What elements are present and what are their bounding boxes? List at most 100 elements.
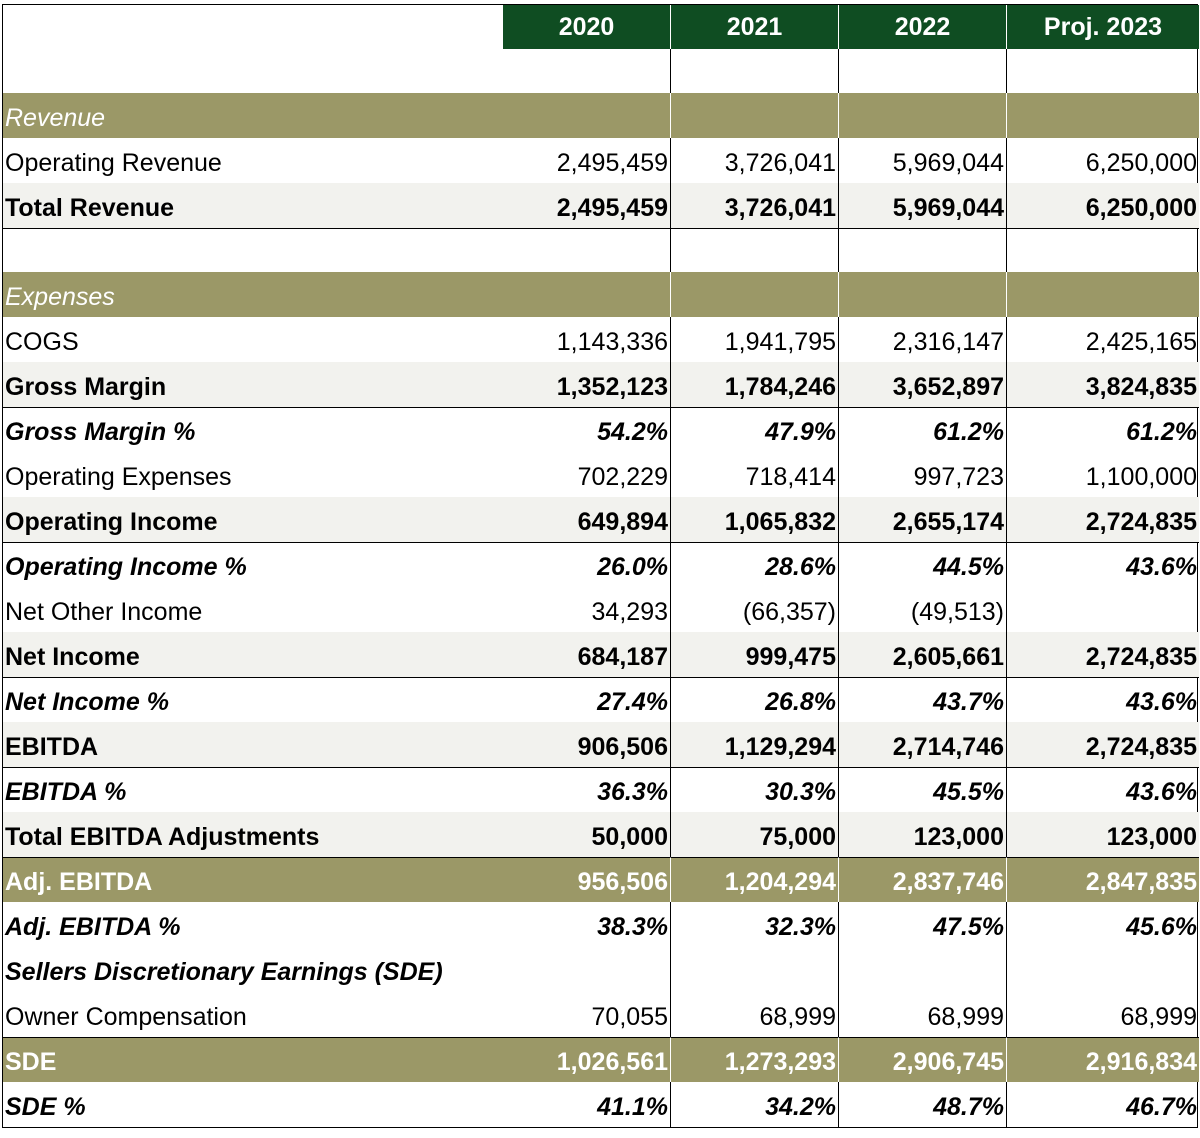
row-value-adj-ebitda-2022: 47.5% bbox=[839, 902, 1007, 947]
row-value-operating-income-2020: 649,894 bbox=[503, 497, 671, 542]
row-label-adj-ebitda: Adj. EBITDA bbox=[3, 857, 503, 902]
row-value-gross-margin-2020: 1,352,123 bbox=[503, 362, 671, 407]
row-value-revenue-proj-2023 bbox=[1007, 93, 1199, 138]
row-value-blank-2022 bbox=[839, 228, 1007, 272]
spacer-value-cell bbox=[503, 49, 671, 93]
row-value-total-revenue-2021: 3,726,041 bbox=[671, 183, 839, 228]
row-value-sde-2020: 1,026,561 bbox=[503, 1037, 671, 1082]
row-value-sde-proj-2023: 46.7% bbox=[1126, 1093, 1197, 1121]
row-value-sellers-discretionary-earnings-sde-2020 bbox=[503, 947, 671, 992]
row-value-sde-2020: 41.1% bbox=[503, 1082, 671, 1127]
row-value-gross-margin-2022: 3,652,897 bbox=[839, 362, 1007, 407]
spacer-value-cell bbox=[1007, 49, 1199, 93]
row-value-operating-income-2021: 1,065,832 bbox=[671, 497, 839, 542]
row-value-ebitda-2020: 906,506 bbox=[503, 722, 671, 767]
row-value-operating-income-2021: 28.6% bbox=[671, 542, 839, 587]
row-value-ebitda-2022: 2,714,746 bbox=[839, 722, 1007, 767]
row-label-sellers-discretionary-earnings-sde: Sellers Discretionary Earnings (SDE) bbox=[5, 958, 443, 986]
row-value-total-revenue-proj-2023: 6,250,000 bbox=[1007, 183, 1199, 228]
row-value-gross-margin-2022: 61.2% bbox=[839, 407, 1007, 452]
row-value-operating-revenue-proj-2023: 6,250,000 bbox=[1085, 149, 1197, 177]
row-value-expenses-2022 bbox=[839, 272, 1007, 317]
row-value-ebitda-proj-2023: 2,724,835 bbox=[1007, 722, 1199, 767]
row-value-sde-2022: 2,906,745 bbox=[839, 1037, 1007, 1082]
row-value-sde-2022: 48.7% bbox=[839, 1082, 1007, 1127]
row-value-cogs-2020: 1,143,336 bbox=[503, 317, 671, 362]
row-label-operating-income: Operating Income % bbox=[3, 542, 503, 587]
row-value-adj-ebitda-proj-2023: 2,847,835 bbox=[1007, 857, 1199, 902]
row-value-total-ebitda-adjustments-2022: 123,000 bbox=[839, 812, 1007, 857]
row-value-sde-2021: 1,273,293 bbox=[671, 1037, 839, 1082]
row-label-owner-compensation: Owner Compensation bbox=[5, 1003, 247, 1031]
row-value-ebitda-proj-2023: 43.6% bbox=[1007, 767, 1199, 812]
row-label-gross-margin: Gross Margin % bbox=[3, 407, 503, 452]
row-value-adj-ebitda-proj-2023: 45.6% bbox=[1126, 913, 1197, 941]
row-label-net-income: Net Income bbox=[3, 632, 503, 677]
row-value-total-revenue-2022: 5,969,044 bbox=[839, 183, 1007, 228]
row-value-operating-revenue-2020: 2,495,459 bbox=[503, 138, 671, 183]
financial-summary-table: 2020 2021 2022 Proj. 2023 Revenue Operati… bbox=[2, 4, 1199, 1128]
row-label-operating-expenses: Operating Expenses bbox=[5, 463, 232, 491]
row-value-owner-compensation-2020: 70,055 bbox=[503, 992, 671, 1037]
row-value-operating-expenses-2021: 718,414 bbox=[671, 452, 839, 497]
row-label-ebitda: EBITDA % bbox=[3, 767, 503, 812]
row-value-net-income-2022: 43.7% bbox=[839, 677, 1007, 722]
row-value-blank-2020 bbox=[503, 228, 671, 272]
row-value-sellers-discretionary-earnings-sde-2021 bbox=[671, 947, 839, 992]
row-value-operating-income-2022: 44.5% bbox=[839, 542, 1007, 587]
row-label-total-ebitda-adjustments: Total EBITDA Adjustments bbox=[3, 812, 503, 857]
row-value-sellers-discretionary-earnings-sde-proj-2023 bbox=[1007, 947, 1199, 992]
row-value-gross-margin-2021: 47.9% bbox=[671, 407, 839, 452]
row-value-sde-2021: 34.2% bbox=[671, 1082, 839, 1127]
spacer-value-cell bbox=[671, 49, 839, 93]
row-label-sde: SDE bbox=[3, 1037, 503, 1082]
row-value-blank-2021 bbox=[671, 228, 839, 272]
row-value-adj-ebitda-2020: 38.3% bbox=[503, 902, 671, 947]
header-blank-cell bbox=[3, 5, 503, 49]
header-year-2022: 2022 bbox=[839, 5, 1007, 49]
row-value-expenses-2021 bbox=[671, 272, 839, 317]
row-value-blank-proj-2023 bbox=[1007, 228, 1199, 272]
row-value-operating-expenses-2020: 702,229 bbox=[503, 452, 671, 497]
spacer-label-cell bbox=[3, 49, 503, 93]
row-value-net-other-income-2022: (49,513) bbox=[839, 587, 1007, 632]
row-label-expenses: Expenses bbox=[3, 272, 503, 317]
row-value-operating-revenue-2021: 3,726,041 bbox=[671, 138, 839, 183]
row-value-total-ebitda-adjustments-2021: 75,000 bbox=[671, 812, 839, 857]
row-value-revenue-2022 bbox=[839, 93, 1007, 138]
row-label-gross-margin: Gross Margin bbox=[3, 362, 503, 407]
row-value-owner-compensation-proj-2023: 68,999 bbox=[1120, 1003, 1197, 1031]
row-value-operating-income-proj-2023: 43.6% bbox=[1007, 542, 1199, 587]
row-label-operating-revenue: Operating Revenue bbox=[5, 149, 222, 177]
row-label-adj-ebitda: Adj. EBITDA % bbox=[5, 913, 181, 941]
row-value-operating-expenses-2022: 997,723 bbox=[839, 452, 1007, 497]
row-value-cogs-proj-2023: 2,425,165 bbox=[1085, 328, 1197, 356]
row-value-gross-margin-2021: 1,784,246 bbox=[671, 362, 839, 407]
row-value-net-income-2022: 2,605,661 bbox=[839, 632, 1007, 677]
row-value-sellers-discretionary-earnings-sde-2022 bbox=[839, 947, 1007, 992]
row-value-adj-ebitda-2021: 32.3% bbox=[671, 902, 839, 947]
row-value-cogs-2021: 1,941,795 bbox=[671, 317, 839, 362]
row-value-gross-margin-2020: 54.2% bbox=[503, 407, 671, 452]
row-value-total-ebitda-adjustments-proj-2023: 123,000 bbox=[1007, 812, 1199, 857]
row-value-gross-margin-proj-2023: 61.2% bbox=[1007, 407, 1199, 452]
row-value-cogs-2022: 2,316,147 bbox=[839, 317, 1007, 362]
row-value-net-other-income-2021: (66,357) bbox=[671, 587, 839, 632]
row-value-ebitda-2022: 45.5% bbox=[839, 767, 1007, 812]
row-value-net-other-income-2020: 34,293 bbox=[503, 587, 671, 632]
row-value-net-other-income-proj-2023 bbox=[1007, 587, 1199, 632]
row-value-ebitda-2021: 30.3% bbox=[671, 767, 839, 812]
row-value-adj-ebitda-2020: 956,506 bbox=[503, 857, 671, 902]
row-label-ebitda: EBITDA bbox=[3, 722, 503, 767]
row-value-total-ebitda-adjustments-2020: 50,000 bbox=[503, 812, 671, 857]
spacer-value-cell bbox=[839, 49, 1007, 93]
header-year-2021: 2021 bbox=[671, 5, 839, 49]
row-value-operating-income-2022: 2,655,174 bbox=[839, 497, 1007, 542]
row-value-ebitda-2020: 36.3% bbox=[503, 767, 671, 812]
row-value-adj-ebitda-2022: 2,837,746 bbox=[839, 857, 1007, 902]
row-value-operating-expenses-proj-2023: 1,100,000 bbox=[1085, 463, 1197, 491]
row-value-total-revenue-2020: 2,495,459 bbox=[503, 183, 671, 228]
row-value-sde-proj-2023: 2,916,834 bbox=[1007, 1037, 1199, 1082]
row-value-net-income-2021: 26.8% bbox=[671, 677, 839, 722]
row-value-net-income-2020: 684,187 bbox=[503, 632, 671, 677]
